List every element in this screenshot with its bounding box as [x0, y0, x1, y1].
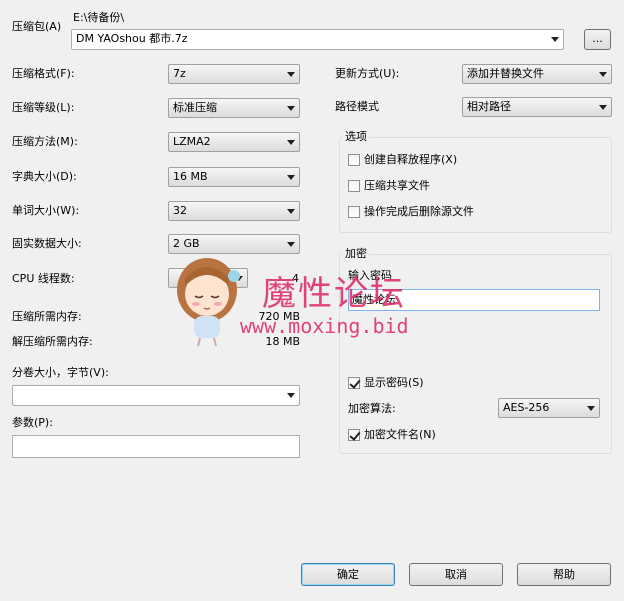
- shared-files-label[interactable]: 压缩共享文件: [364, 179, 430, 193]
- encrypt-names-checkbox[interactable]: [348, 429, 360, 441]
- compress-dialog: { "archive": { "label": "压缩包(A)", "path_…: [0, 0, 624, 601]
- level-value: 标准压缩: [173, 101, 217, 114]
- format-select[interactable]: 7z: [168, 64, 300, 84]
- chevron-down-icon: [287, 106, 295, 111]
- watermark-title: 魔性论坛: [262, 274, 406, 314]
- volume-combo[interactable]: [12, 385, 300, 406]
- solid-label: 固实数据大小:: [12, 237, 82, 250]
- archive-label: 压缩包(A): [12, 20, 62, 33]
- archive-filename: DM YAOshou 都市.7z: [76, 32, 188, 45]
- word-select[interactable]: 32: [168, 201, 300, 221]
- method-select[interactable]: LZMA2: [168, 132, 300, 152]
- volume-label: 分卷大小，字节(V):: [12, 366, 109, 379]
- cpu-label: CPU 线程数:: [12, 272, 75, 285]
- chevron-down-icon: [287, 209, 295, 214]
- sfx-label[interactable]: 创建自释放程序(X): [364, 153, 457, 167]
- chevron-down-icon: [287, 72, 295, 77]
- chevron-down-icon: [287, 175, 295, 180]
- dict-value: 16 MB: [173, 170, 208, 183]
- delete-source-label[interactable]: 操作完成后删除源文件: [364, 205, 474, 219]
- update-select[interactable]: 添加并替换文件: [462, 64, 612, 84]
- chevron-down-icon: [287, 242, 295, 247]
- pathmode-label: 路径模式: [335, 100, 379, 113]
- anime-girl-watermark-icon: [177, 258, 240, 347]
- chevron-down-icon: [599, 105, 607, 110]
- update-value: 添加并替换文件: [467, 67, 544, 80]
- archive-dir: E:\待备份\: [73, 11, 125, 24]
- watermark-url: www.moxing.bid: [240, 314, 409, 338]
- cancel-button[interactable]: 取消: [409, 563, 503, 586]
- chevron-down-icon: [287, 393, 295, 398]
- params-input[interactable]: [12, 435, 300, 458]
- chevron-down-icon: [551, 37, 559, 42]
- shared-files-checkbox[interactable]: [348, 180, 360, 192]
- show-password-label[interactable]: 显示密码(S): [364, 376, 424, 390]
- pathmode-value: 相对路径: [467, 100, 511, 113]
- method-label: 压缩方法(M):: [12, 135, 78, 148]
- archive-filename-combo[interactable]: DM YAOshou 都市.7z: [71, 29, 564, 50]
- update-label: 更新方式(U):: [335, 67, 400, 80]
- dict-select[interactable]: 16 MB: [168, 167, 300, 187]
- show-password-checkbox[interactable]: [348, 377, 360, 389]
- chevron-down-icon: [599, 72, 607, 77]
- word-label: 单词大小(W):: [12, 204, 80, 217]
- format-label: 压缩格式(F):: [12, 67, 75, 80]
- params-label: 参数(P):: [12, 416, 53, 429]
- enc-method-value: AES-256: [503, 401, 550, 414]
- options-title: 选项: [343, 130, 369, 144]
- dict-label: 字典大小(D):: [12, 170, 77, 183]
- level-label: 压缩等级(L):: [12, 101, 75, 114]
- encrypt-names-label[interactable]: 加密文件名(N): [364, 428, 436, 442]
- pathmode-select[interactable]: 相对路径: [462, 97, 612, 117]
- encryption-title: 加密: [343, 247, 369, 261]
- sfx-checkbox[interactable]: [348, 154, 360, 166]
- format-value: 7z: [173, 67, 186, 80]
- mem-compress-label: 压缩所需内存:: [12, 310, 82, 323]
- ok-button[interactable]: 确定: [301, 563, 395, 586]
- method-value: LZMA2: [173, 135, 211, 148]
- browse-button[interactable]: ...: [584, 29, 611, 50]
- mem-decompress-label: 解压缩所需内存:: [12, 335, 93, 348]
- enc-method-select[interactable]: AES-256: [498, 398, 600, 418]
- delete-source-checkbox[interactable]: [348, 206, 360, 218]
- chevron-down-icon: [587, 406, 595, 411]
- word-value: 32: [173, 204, 187, 217]
- level-select[interactable]: 标准压缩: [168, 98, 300, 118]
- chevron-down-icon: [287, 140, 295, 145]
- help-button[interactable]: 帮助: [517, 563, 611, 586]
- enc-method-label: 加密算法:: [348, 402, 396, 415]
